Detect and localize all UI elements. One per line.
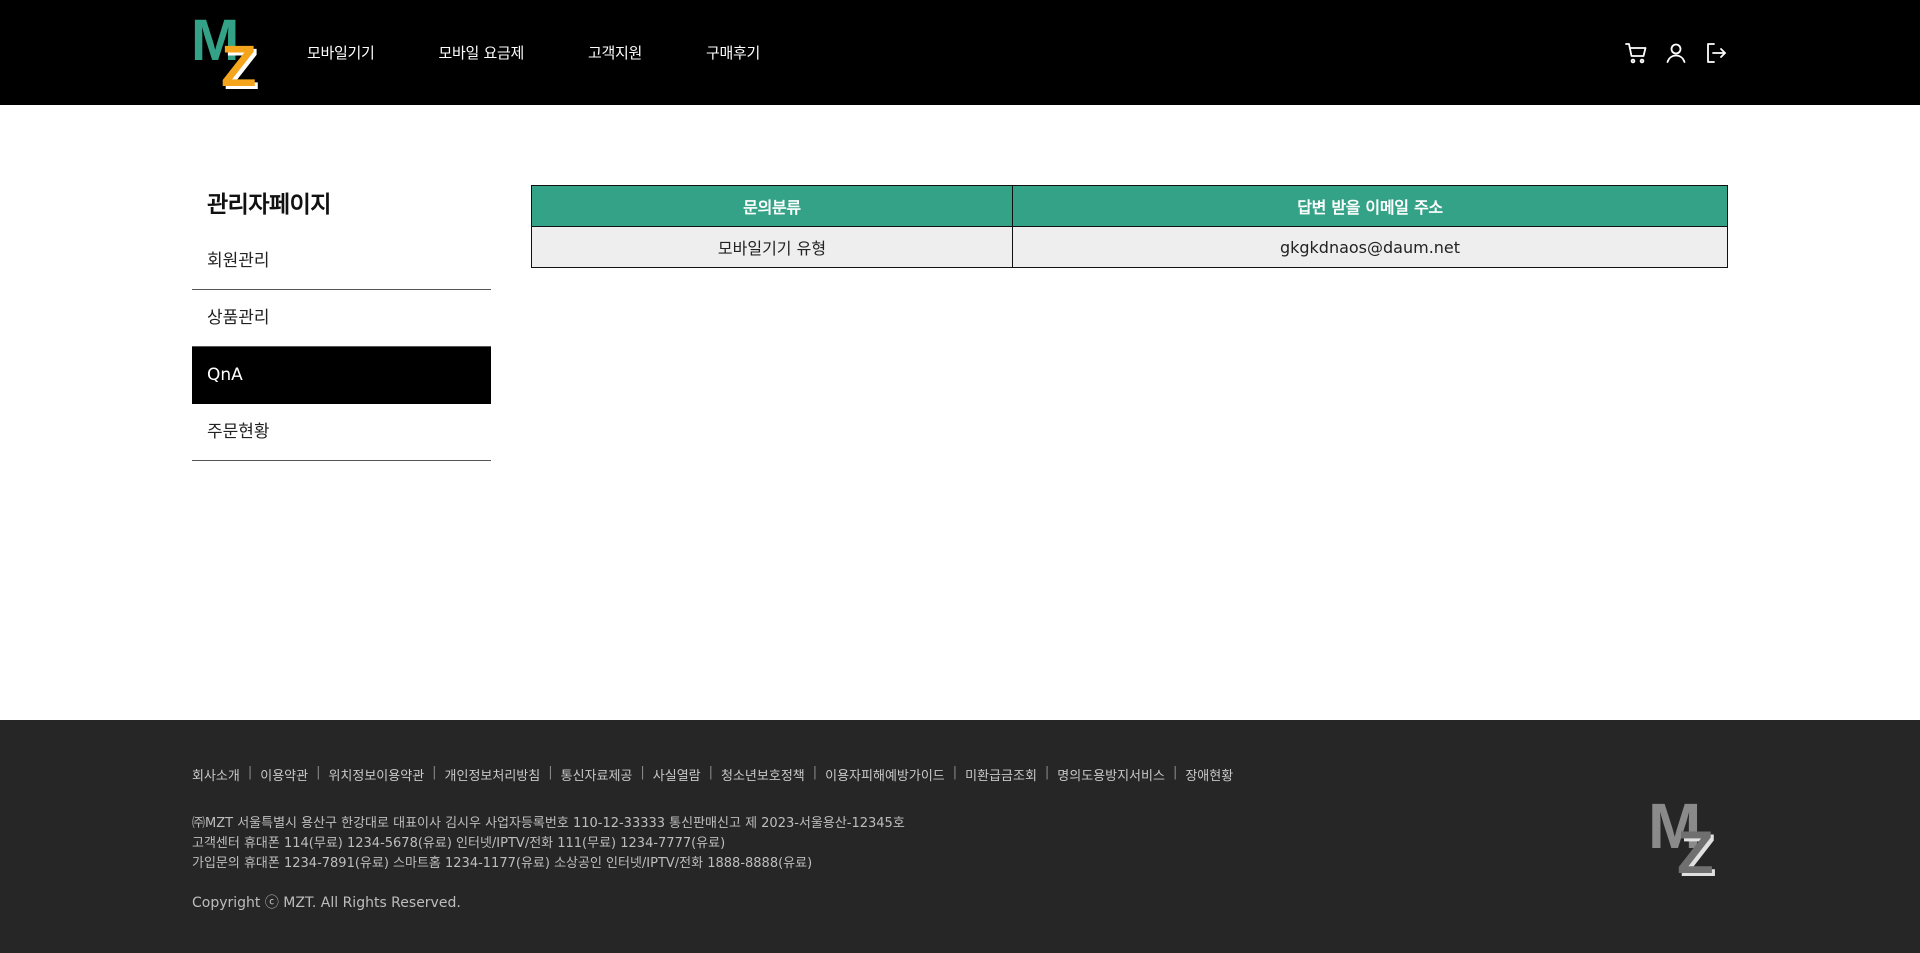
logo-letter-z: Z: [221, 34, 256, 90]
sidebar-item-product-management[interactable]: 상품관리: [192, 290, 491, 347]
table-header-row: 문의분류 답변 받을 이메일 주소: [531, 185, 1728, 227]
link-divider: |: [708, 765, 714, 780]
footer-link-identity-theft[interactable]: 명의도용방지서비스: [1057, 765, 1165, 784]
cart-icon[interactable]: [1623, 40, 1649, 66]
user-icon[interactable]: [1663, 40, 1689, 66]
top-header: M Z Z 모바일기기 모바일 요금제 고객지원 구매후기: [0, 0, 1920, 105]
footer-link-outage-status[interactable]: 장애현황: [1185, 765, 1233, 784]
company-info: ㈜MZT 서울특별시 용산구 한강대로 대표이사 김시우 사업자등록번호 110…: [192, 814, 905, 874]
footer-link-privacy[interactable]: 개인정보처리방침: [445, 765, 541, 784]
column-header-reply-email: 답변 받을 이메일 주소: [1012, 185, 1728, 227]
link-divider: |: [548, 765, 553, 780]
qna-table-container: 문의분류 답변 받을 이메일 주소 모바일기기 유형 gkgkdnaos@dau…: [531, 185, 1728, 268]
cell-reply-email: gkgkdnaos@daum.net: [1012, 226, 1728, 268]
site-footer: 회사소개 | 이용약관 | 위치정보이용약관 | 개인정보처리방침 | 통신자료제공 | …: [0, 720, 1920, 953]
link-divider: |: [812, 765, 818, 780]
column-header-inquiry-category: 문의분류: [531, 185, 1013, 227]
sidebar-title: 관리자페이지: [207, 192, 331, 218]
footer-link-location-terms[interactable]: 위치정보이용약관: [328, 765, 424, 784]
main-nav: 모바일기기 모바일 요금제 고객지원 구매후기: [307, 0, 824, 105]
footer-logo-letter-z: Z: [1677, 819, 1714, 876]
sidebar-item-member-management[interactable]: 회원관리: [192, 233, 491, 290]
footer-link-company[interactable]: 회사소개: [192, 765, 240, 784]
nav-purchase-reviews[interactable]: 구매후기: [706, 42, 760, 63]
footer-links: 회사소개 | 이용약관 | 위치정보이용약관 | 개인정보처리방침 | 통신자료제공 | …: [192, 765, 1233, 784]
sidebar-menu: 회원관리 상품관리 QnA 주문현황: [192, 233, 491, 461]
link-divider: |: [640, 765, 645, 780]
link-divider: |: [316, 765, 321, 780]
nav-mobile-devices[interactable]: 모바일기기: [307, 42, 375, 63]
link-divider: |: [1044, 765, 1050, 780]
footer-link-terms[interactable]: 이용약관: [260, 765, 308, 784]
cell-inquiry-category: 모바일기기 유형: [531, 226, 1013, 268]
copyright-text: Copyright ⓒ MZT. All Rights Reserved.: [192, 895, 461, 911]
table-row[interactable]: 모바일기기 유형 gkgkdnaos@daum.net: [531, 226, 1728, 268]
header-icon-group: [1623, 40, 1729, 66]
footer-link-damage-prevention[interactable]: 이용자피해예방가이드: [825, 765, 945, 784]
link-divider: |: [1172, 765, 1178, 780]
nav-customer-support[interactable]: 고객지원: [588, 42, 642, 63]
link-divider: |: [952, 765, 958, 780]
qna-table: 문의분류 답변 받을 이메일 주소 모바일기기 유형 gkgkdnaos@dau…: [531, 185, 1728, 268]
link-divider: |: [432, 765, 437, 780]
admin-sidebar: 관리자페이지 회원관리 상품관리 QnA 주문현황: [192, 185, 491, 461]
logout-icon[interactable]: [1703, 40, 1729, 66]
company-info-line: 고객센터 휴대폰 114(무료) 1234-5678(유료) 인터넷/IPTV/…: [192, 836, 726, 851]
mz-logo[interactable]: M Z Z: [191, 10, 268, 90]
company-info-line: ㈜MZT 서울특별시 용산구 한강대로 대표이사 김시우 사업자등록번호 110…: [192, 816, 905, 831]
company-info-line: 가입문의 휴대폰 1234-7891(유료) 스마트홈 1234-1177(유료…: [192, 856, 813, 871]
footer-link-data-provision[interactable]: 통신자료제공: [561, 765, 633, 784]
link-divider: |: [247, 765, 253, 780]
sidebar-item-qna[interactable]: QnA: [192, 347, 491, 404]
footer-link-youth-policy[interactable]: 청소년보호정책: [721, 765, 805, 784]
nav-mobile-plans[interactable]: 모바일 요금제: [439, 42, 525, 63]
footer-link-fact-review[interactable]: 사실열람: [653, 765, 701, 784]
sidebar-item-order-status[interactable]: 주문현황: [192, 404, 491, 461]
footer-link-refund-lookup[interactable]: 미환급금조회: [965, 765, 1037, 784]
footer-mz-logo: M Z Z: [1648, 790, 1717, 876]
